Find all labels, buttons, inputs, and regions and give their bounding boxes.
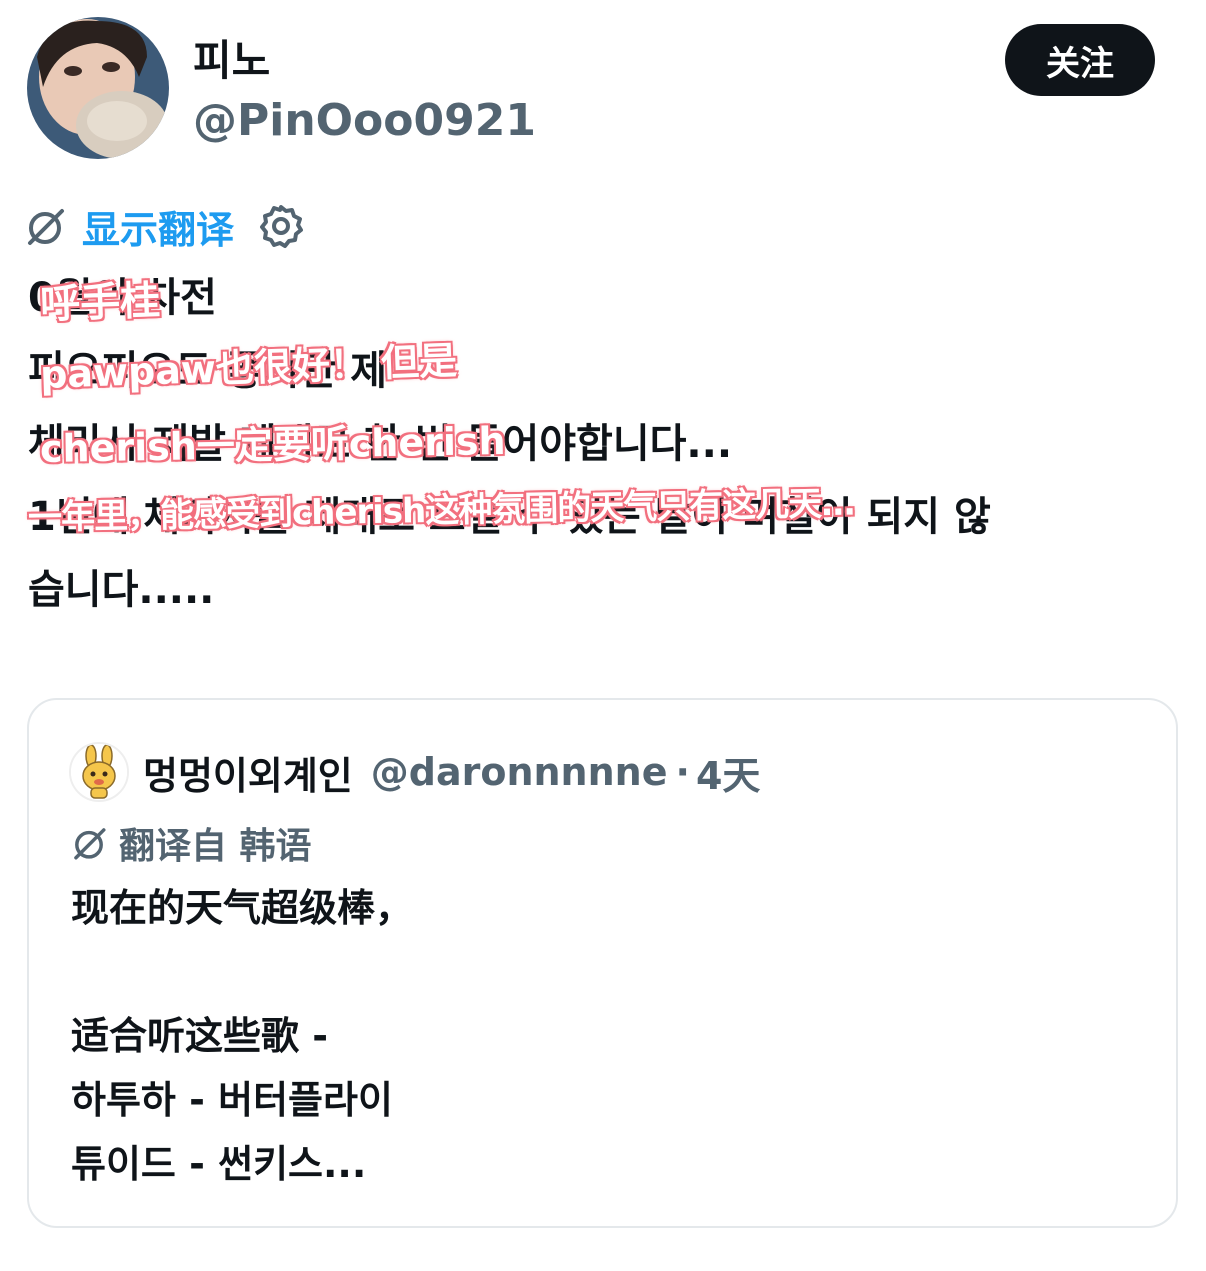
tweet-header: 피노 @PinOoo0921 关注 [0,0,1206,180]
quoted-tweet-line: 하투하 - 버터플라이 [71,1078,393,1122]
tweet-line: 0월의 차전 [28,275,217,321]
quoted-author-name[interactable]: 멍멍이외계인 [143,745,353,800]
separator-dot: · [675,750,690,794]
quoted-author-avatar[interactable] [69,742,129,802]
tweet-line: 습니다..... [28,567,215,613]
quoted-tweet-header: 멍멍이외계인 @daronnnnne · 4天 [69,742,760,802]
translation-bar: 显示翻译 [22,198,304,254]
quoted-tweet-line: 现在的天气超级棒， [71,886,414,930]
quoted-author-handle[interactable]: @daronnnnne [371,750,668,794]
quoted-tweet-time[interactable]: 4天 [696,745,760,800]
author-handle[interactable]: @PinOoo0921 [193,94,536,148]
overlay-text-line: cherish一定要听cherish [39,418,507,472]
quoted-tweet-line [71,940,1151,1004]
show-translation-link[interactable]: 显示翻译 [82,199,234,254]
translate-icon [22,203,68,249]
quoted-tweet-line: 튜이드 - 썬키스... [71,1142,367,1186]
quoted-tweet-text: 现在的天气超级棒， 适合听这些歌 - 하투하 - 버터플라이 튜이드 - 썬키스… [71,876,1151,1196]
author-display-name[interactable]: 피노 [193,36,270,86]
quoted-tweet-card[interactable]: 멍멍이외계인 @daronnnnne · 4天 翻译自 韩语 现在的天气超级棒，… [27,698,1178,1228]
gear-icon[interactable] [258,203,304,249]
quoted-tweet-line: 适合听这些歌 - [71,1014,329,1058]
translate-icon [69,823,109,863]
translated-from-text: 翻译自 韩语 [119,826,312,867]
translated-from-label: 翻译自 韩语 [69,818,312,868]
author-avatar[interactable] [27,17,169,159]
follow-button[interactable]: 关注 [1005,24,1155,96]
overlay-text-line: 呼手桂 [38,277,162,329]
